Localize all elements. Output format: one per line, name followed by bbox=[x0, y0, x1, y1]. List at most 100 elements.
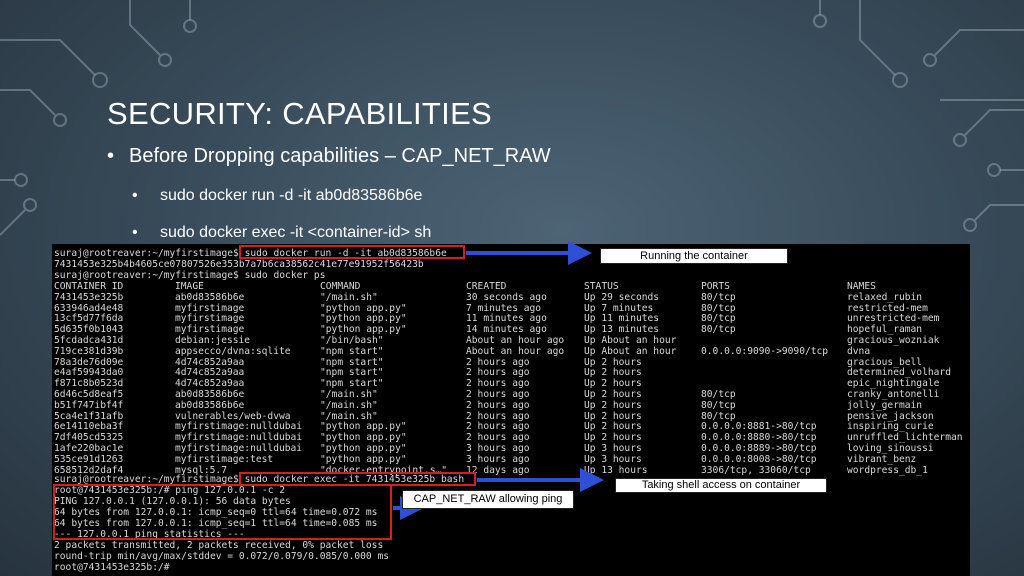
ps-cell: 633946ad4e48 bbox=[54, 302, 124, 314]
ps-cell: "python app.py" bbox=[320, 313, 407, 325]
ps-cell: b51f747ibf4f bbox=[54, 399, 124, 411]
ps-cell: 80/tcp bbox=[701, 410, 736, 422]
ps-cell: debian:jessie bbox=[175, 335, 251, 346]
ps-cell: About an hour ago bbox=[466, 335, 565, 346]
ps-cell: "python app.py" bbox=[320, 453, 407, 465]
ps-cell: unruffled_lichterman bbox=[847, 432, 963, 444]
bullet-text: sudo docker run -d -it ab0d83586b6e bbox=[160, 187, 423, 204]
ps-cell: restricted-mem bbox=[847, 302, 928, 314]
ps-cell: Up 3 hours bbox=[584, 443, 642, 454]
ps-cell: Up 11 minutes bbox=[584, 313, 660, 325]
ps-cell: 78a3de76d09e bbox=[54, 356, 124, 368]
ps-cell: 30 seconds ago bbox=[466, 291, 547, 303]
ps-cell: 80/tcp bbox=[701, 389, 736, 400]
terminal-line: 7431453e325b4b4605ce07807526e353b7a7b6ca… bbox=[54, 259, 424, 270]
ps-cell: Up 2 hours bbox=[584, 356, 642, 368]
ps-cell: "/main.sh" bbox=[320, 399, 378, 411]
ps-cell: 80/tcp bbox=[701, 324, 736, 336]
ps-cell: Up 2 hours bbox=[584, 432, 642, 444]
ps-cell: 5fcdadca431d bbox=[54, 335, 124, 346]
ps-cell: ab0d83586b6e bbox=[175, 389, 245, 400]
ps-cell: 2 hours ago bbox=[466, 421, 530, 433]
ps-cell: 719ce381d39b bbox=[54, 345, 124, 357]
ps-cell: "npm start" bbox=[320, 367, 384, 379]
ps-cell: determined_volhard bbox=[847, 367, 951, 379]
ps-cell: "/main.sh" bbox=[320, 410, 378, 422]
ps-header-cell: NAMES bbox=[847, 281, 876, 292]
ps-cell: 1afe220bac1e bbox=[54, 443, 124, 454]
ps-cell: hopeful_raman bbox=[847, 324, 923, 336]
ps-cell: 4d74c852a9aa bbox=[175, 378, 245, 390]
ps-cell: 2 hours ago bbox=[466, 356, 530, 368]
ps-cell: Up 3 hours bbox=[584, 453, 642, 465]
ps-cell: 3 hours ago bbox=[466, 453, 530, 465]
ps-cell: myfirstimage bbox=[175, 302, 245, 314]
ps-cell: Up 2 hours bbox=[584, 378, 642, 390]
ps-cell: dvna bbox=[847, 345, 871, 357]
ps-cell: About an hour ago bbox=[466, 345, 565, 357]
ps-cell: 4d74c852a9aa bbox=[175, 367, 245, 379]
ps-header-cell: STATUS bbox=[584, 281, 619, 292]
callout-cap-net-raw: CAP_NET_RAW allowing ping bbox=[402, 490, 574, 509]
ps-cell: 6e14110eba3f bbox=[54, 421, 124, 433]
ps-cell: "npm start" bbox=[320, 378, 384, 390]
ps-cell: 2 hours ago bbox=[466, 367, 530, 379]
ps-cell: Up 2 hours bbox=[584, 367, 642, 379]
bullet-item: • Before Dropping capabilities – CAP_NET_… bbox=[107, 145, 551, 168]
ps-cell: 2 hours ago bbox=[466, 410, 530, 422]
ps-header-cell: CONTAINER ID bbox=[54, 281, 124, 292]
ps-cell: gracious_wozniak bbox=[847, 335, 940, 346]
ps-cell: Up About an hour bbox=[584, 345, 677, 357]
ps-cell: 535ce91d1263 bbox=[54, 453, 124, 465]
ps-cell: 7 minutes ago bbox=[466, 302, 542, 314]
bullet-item: • sudo docker exec -it <container-id> sh bbox=[132, 224, 431, 242]
ps-cell: jolly_germain bbox=[847, 399, 923, 411]
ps-cell: 80/tcp bbox=[701, 399, 736, 411]
ps-cell: myfirstimage bbox=[175, 313, 245, 325]
ps-cell: Up 2 hours bbox=[584, 410, 642, 422]
ps-cell: "/bin/bash" bbox=[320, 335, 384, 346]
ps-cell: 3 hours ago bbox=[466, 443, 530, 454]
ps-header-cell: PORTS bbox=[701, 281, 730, 292]
ps-cell: Up 13 minutes bbox=[584, 324, 660, 336]
ps-cell: Up 29 seconds bbox=[584, 291, 660, 303]
bullet-item: • sudo docker run -d -it ab0d83586b6e bbox=[132, 187, 422, 205]
ps-cell: "python app.py" bbox=[320, 302, 407, 314]
ps-cell: myfirstimage:nulldubai bbox=[175, 443, 303, 454]
ps-cell: Up About an hour bbox=[584, 335, 677, 346]
ps-cell: vulnerables/web-dvwa bbox=[175, 410, 291, 422]
ps-cell: vibrant_benz bbox=[847, 453, 917, 465]
ps-cell: 6d46c5d8eaf5 bbox=[54, 389, 124, 400]
ps-cell: "/main.sh" bbox=[320, 389, 378, 400]
ps-cell: e4af59943da0 bbox=[54, 367, 124, 379]
run-command-highlight bbox=[239, 245, 465, 259]
bullet-glyph: • bbox=[132, 187, 138, 204]
ps-cell: 0.0.0.0:9090->9090/tcp bbox=[701, 345, 829, 357]
ps-cell: 7df405cd5325 bbox=[54, 432, 124, 444]
ps-cell: "python app.py" bbox=[320, 324, 407, 336]
ps-cell: "npm start" bbox=[320, 345, 384, 357]
ps-cell: appsecco/dvna:sqlite bbox=[175, 345, 291, 357]
terminal-line: round-trip min/avg/max/stddev = 0.072/0.… bbox=[54, 551, 390, 562]
ps-cell: 2 hours ago bbox=[466, 389, 530, 400]
bullet-glyph: • bbox=[107, 145, 115, 167]
ps-cell: gracious_bell bbox=[847, 356, 923, 368]
ps-cell: relaxed_rubin bbox=[847, 291, 923, 303]
ps-cell: inspiring_curie bbox=[847, 421, 934, 433]
callout-shell-access: Taking shell access on container bbox=[615, 478, 827, 493]
ps-cell: 0.0.0.0:8880->80/tcp bbox=[701, 432, 817, 444]
ps-cell: "npm start" bbox=[320, 356, 384, 368]
ps-cell: Up 2 hours bbox=[584, 421, 642, 433]
ps-cell: 13cf5d77f6da bbox=[54, 313, 124, 325]
ping-output-highlight bbox=[53, 484, 392, 540]
ps-cell: 2 hours ago bbox=[466, 378, 530, 390]
ps-cell: 3306/tcp, 33060/tcp bbox=[701, 464, 811, 476]
callout-running-container: Running the container bbox=[600, 248, 788, 264]
ps-cell: 4d74c852a9aa bbox=[175, 356, 245, 368]
slide-title: SECURITY: CAPABILITIES bbox=[107, 96, 493, 131]
ps-cell: "python app.py" bbox=[320, 432, 407, 444]
ps-cell: ab0d83586b6e bbox=[175, 291, 245, 303]
ps-cell: pensive_jackson bbox=[847, 410, 934, 422]
ps-cell: epic_nightingale bbox=[847, 378, 940, 390]
ps-cell: 11 minutes ago bbox=[466, 313, 547, 325]
